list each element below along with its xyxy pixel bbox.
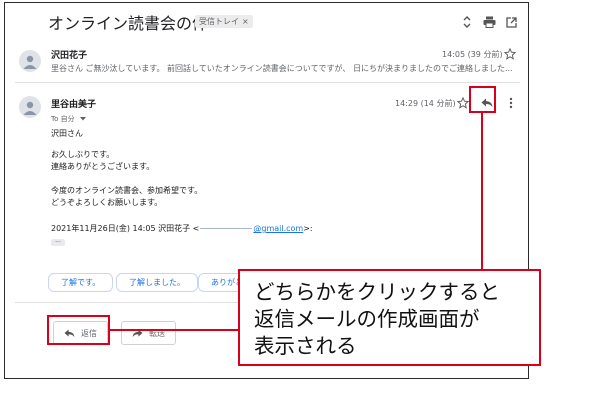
message-body-line: お久しぶりです。	[51, 150, 115, 159]
inbox-label-text: 受信トレイ	[199, 17, 239, 26]
callout-connector-horizontal	[110, 329, 238, 331]
message-time: 14:29 (14 分前)	[395, 99, 456, 108]
callout-connector-vertical	[481, 113, 483, 269]
message-body-line: 今度のオンライン読書会、参加希望です。	[51, 186, 203, 195]
inbox-label-chip[interactable]: 受信トレイ ×	[195, 15, 253, 28]
forward-button[interactable]: 転送	[121, 321, 176, 345]
message-body-line: 沢田さん	[51, 129, 83, 138]
person-icon	[23, 101, 37, 115]
message-snippet[interactable]: 里谷さん ご無沙汰しています。 前回話していたオンライン読書会についてですが、 …	[51, 63, 516, 74]
star-icon[interactable]	[502, 46, 518, 62]
recipient-label: To 自分	[51, 115, 75, 123]
chevron-down-icon	[79, 117, 86, 121]
quote-email-link[interactable]: @gmail.com	[253, 224, 303, 233]
person-icon	[23, 55, 37, 69]
recipient-dropdown[interactable]: To 自分	[51, 114, 86, 124]
quote-prefix: 2021年11月26日(金) 14:05 沢田花子 <	[51, 224, 200, 233]
callout-line: どちらかをクリックすると	[254, 280, 500, 304]
message-time: 14:05 (39 分前)	[442, 50, 503, 59]
smart-reply-chip[interactable]: 了解しました。	[116, 273, 198, 292]
sender-name: 沢田花子	[51, 51, 88, 61]
redacted-email-local-part	[200, 228, 253, 229]
smart-reply-chip[interactable]: 了解です。	[48, 273, 114, 292]
sender-name: 里谷由美子	[51, 100, 97, 110]
quote-suffix: >:	[303, 224, 313, 233]
subject-header: オンライン読書会の件 受信トレイ ×	[5, 3, 528, 39]
expand-collapse-icon[interactable]	[459, 14, 475, 30]
show-trimmed-content-button[interactable]: ...	[51, 238, 65, 246]
annotation-callout: どちらかをクリックすると 返信メールの作成画面が 表示される	[238, 269, 541, 366]
callout-line: 表示される	[254, 334, 357, 358]
message-divider	[15, 82, 520, 83]
open-new-window-icon[interactable]	[503, 14, 519, 30]
sender-avatar	[19, 50, 41, 72]
sender-avatar	[19, 96, 41, 118]
more-options-icon[interactable]	[503, 95, 519, 111]
message-body-line: 連絡ありがとうございます。	[51, 162, 155, 171]
callout-line: 返信メールの作成画面が	[254, 307, 480, 331]
message-body-line: どうぞよろしくお願いします。	[51, 198, 163, 207]
reply-button-highlight	[47, 315, 110, 345]
email-subject: オンライン読書会の件	[48, 14, 209, 33]
reply-icon-highlight	[469, 86, 496, 113]
quote-header: 2021年11月26日(金) 14:05 沢田花子 < @gmail.com>:	[51, 223, 313, 234]
label-close-icon[interactable]: ×	[242, 17, 249, 26]
print-icon[interactable]	[481, 14, 497, 30]
